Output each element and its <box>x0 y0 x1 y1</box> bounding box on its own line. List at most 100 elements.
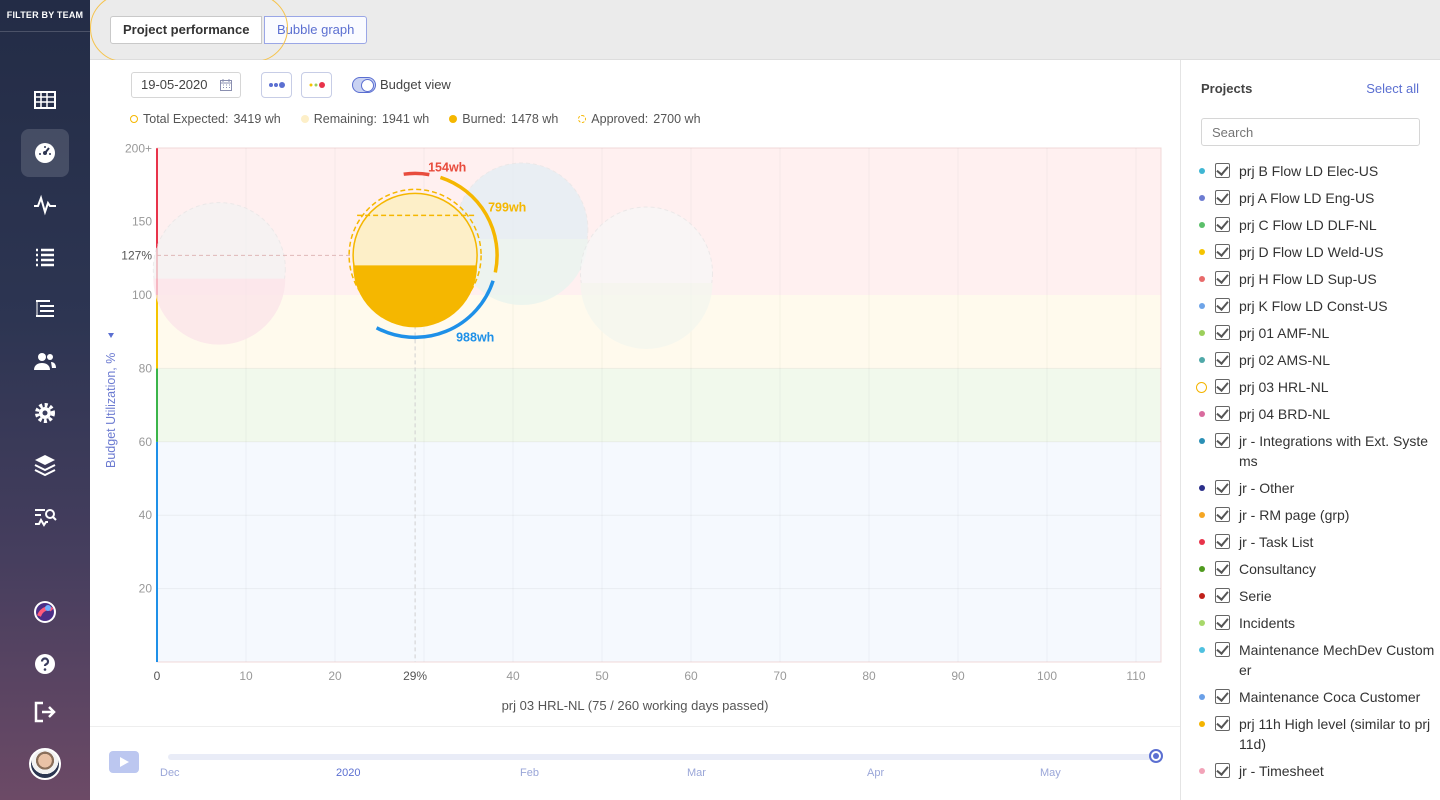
project-item[interactable]: prj 03 HRL-NL <box>1196 377 1435 397</box>
project-item[interactable]: prj B Flow LD Elec-US <box>1199 161 1435 181</box>
y-axis-dropdown-icon[interactable] <box>108 333 114 338</box>
project-color-dot <box>1199 593 1205 599</box>
project-color-dot <box>1199 620 1205 626</box>
project-item[interactable]: prj 11h High level (similar to prj 11d) <box>1199 714 1435 754</box>
project-item[interactable]: prj C Flow LD DLF-NL <box>1199 215 1435 235</box>
project-checkbox[interactable] <box>1215 379 1230 394</box>
project-item[interactable]: jr - Timesheet <box>1199 761 1435 781</box>
status-dots-button[interactable] <box>301 72 332 98</box>
project-item[interactable]: Maintenance Coca Customer <box>1199 687 1435 707</box>
nav-logout[interactable] <box>21 688 69 736</box>
project-checkbox[interactable] <box>1215 763 1230 778</box>
project-item[interactable]: Maintenance MechDev Customer <box>1199 640 1435 680</box>
timeline-track[interactable] <box>168 754 1158 760</box>
project-checkbox[interactable] <box>1215 406 1230 421</box>
project-item[interactable]: Consultancy <box>1199 559 1435 579</box>
legend-remaining-label: Remaining: <box>313 112 377 126</box>
project-checkbox[interactable] <box>1215 271 1230 286</box>
budget-view-toggle[interactable] <box>352 77 376 93</box>
project-color-dot <box>1199 647 1205 653</box>
project-item[interactable]: prj 01 AMF-NL <box>1199 323 1435 343</box>
timeline-knob[interactable] <box>1149 749 1163 763</box>
nav-tree-list[interactable] <box>21 285 69 333</box>
nav-grid[interactable] <box>21 76 69 124</box>
zone-band <box>157 441 1161 662</box>
project-checkbox[interactable] <box>1215 507 1230 522</box>
project-checkbox[interactable] <box>1215 534 1230 549</box>
project-search-input[interactable] <box>1201 118 1420 146</box>
project-checkbox[interactable] <box>1215 298 1230 313</box>
nav-dashboard[interactable] <box>21 129 69 177</box>
project-label: Maintenance MechDev Customer <box>1239 642 1435 678</box>
nav-layers[interactable] <box>21 441 69 489</box>
project-color-dot <box>1196 382 1207 393</box>
project-checkbox[interactable] <box>1215 163 1230 178</box>
project-label: prj D Flow LD Weld-US <box>1239 244 1384 260</box>
project-checkbox[interactable] <box>1215 615 1230 630</box>
project-checkbox[interactable] <box>1215 480 1230 495</box>
project-item[interactable]: jr - Task List <box>1199 532 1435 552</box>
project-color-dot <box>1199 195 1205 201</box>
project-checkbox[interactable] <box>1215 716 1230 731</box>
project-item[interactable]: prj K Flow LD Const-US <box>1199 296 1435 316</box>
nav-help[interactable] <box>21 640 69 688</box>
project-checkbox[interactable] <box>1215 244 1230 259</box>
project-checkbox[interactable] <box>1215 561 1230 576</box>
x-tick-label: 40 <box>506 669 520 683</box>
legend-total: Total Expected: 3419 wh <box>130 112 281 126</box>
nav-search-activity[interactable] <box>21 493 69 541</box>
nav-list[interactable] <box>21 233 69 281</box>
project-color-dot <box>1199 411 1205 417</box>
date-picker[interactable]: 19-05-2020 <box>131 72 241 98</box>
project-label: prj 03 HRL-NL <box>1239 379 1329 395</box>
project-checkbox[interactable] <box>1215 217 1230 232</box>
legend-total-value: 3419 wh <box>233 112 281 126</box>
x-tick-label: 80 <box>862 669 876 683</box>
project-checkbox[interactable] <box>1215 325 1230 340</box>
main-panel: 19-05-2020 Budget view Total Expected: 3… <box>90 60 1180 800</box>
project-item[interactable]: Incidents <box>1199 613 1435 633</box>
nav-users[interactable] <box>21 337 69 385</box>
project-color-dot <box>1199 303 1205 309</box>
nav-app-logo[interactable] <box>21 588 69 636</box>
legend-approved-label: Approved: <box>591 112 649 126</box>
filter-by-team-button[interactable]: FILTER BY TEAM <box>0 0 90 32</box>
grid-icon <box>34 91 56 109</box>
list-icon <box>36 248 54 267</box>
chart-legend: Total Expected: 3419 wh Remaining: 1941 … <box>130 112 701 126</box>
x-tick-label: 0 <box>154 669 161 683</box>
project-item[interactable]: Serie <box>1199 586 1435 606</box>
project-item[interactable]: prj H Flow LD Sup-US <box>1199 269 1435 289</box>
tab-project-performance[interactable]: Project performance <box>110 16 263 44</box>
help-icon <box>35 654 55 674</box>
project-label: prj B Flow LD Elec-US <box>1239 163 1379 179</box>
project-color-dot <box>1199 539 1205 545</box>
project-label: prj 01 AMF-NL <box>1239 325 1330 341</box>
bubble-dots-button[interactable] <box>261 72 292 98</box>
project-checkbox[interactable] <box>1215 588 1230 603</box>
play-button[interactable] <box>109 751 139 773</box>
project-item[interactable]: prj 02 AMS-NL <box>1199 350 1435 370</box>
over-arc <box>403 171 430 177</box>
project-checkbox[interactable] <box>1215 190 1230 205</box>
tab-bubble-graph[interactable]: Bubble graph <box>264 16 368 44</box>
nav-activity[interactable] <box>21 181 69 229</box>
y-axis-label[interactable]: Budget Utilization, % <box>104 353 118 468</box>
project-checkbox[interactable] <box>1215 433 1230 448</box>
nav-settings[interactable] <box>21 389 69 437</box>
select-all-link[interactable]: Select all <box>1366 81 1419 96</box>
project-checkbox[interactable] <box>1215 642 1230 657</box>
project-item[interactable]: jr - Integrations with Ext. Systems <box>1199 431 1435 471</box>
user-avatar[interactable] <box>29 748 61 780</box>
project-label: jr - RM page (grp) <box>1239 507 1350 523</box>
legend-total-label: Total Expected: <box>143 112 229 126</box>
project-item[interactable]: prj D Flow LD Weld-US <box>1199 242 1435 262</box>
project-item[interactable]: jr - RM page (grp) <box>1199 505 1435 525</box>
project-checkbox[interactable] <box>1215 689 1230 704</box>
project-checkbox[interactable] <box>1215 352 1230 367</box>
project-item[interactable]: prj 04 BRD-NL <box>1199 404 1435 424</box>
project-item[interactable]: prj A Flow LD Eng-US <box>1199 188 1435 208</box>
timeline-label: 2020 <box>336 767 361 779</box>
project-item[interactable]: jr - Other <box>1199 478 1435 498</box>
status-dots-icon <box>309 82 325 88</box>
